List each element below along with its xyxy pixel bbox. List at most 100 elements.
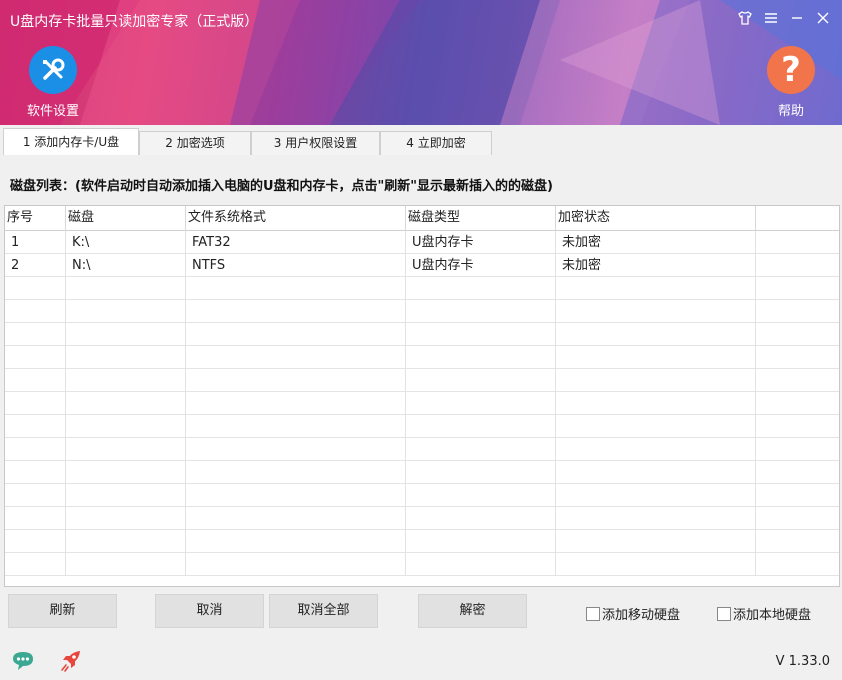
cell-encrypt-status: 未加密 — [556, 231, 756, 254]
cell-filesystem — [186, 461, 406, 484]
table-row[interactable] — [5, 415, 839, 438]
menu-icon[interactable] — [762, 10, 780, 28]
cell-filesystem — [186, 300, 406, 323]
cell-index — [5, 369, 66, 392]
cell-disk — [66, 461, 186, 484]
cell-index — [5, 530, 66, 553]
column-header-index[interactable]: 序号 — [5, 206, 66, 231]
cell-spare — [756, 254, 839, 277]
checkbox-box[interactable] — [586, 606, 600, 621]
cell-disk-type — [406, 369, 556, 392]
table-row[interactable] — [5, 369, 839, 392]
cell-disk-type — [406, 346, 556, 369]
table-row[interactable] — [5, 484, 839, 507]
cell-disk — [66, 553, 186, 576]
table-row[interactable] — [5, 438, 839, 461]
close-icon[interactable] — [814, 10, 832, 28]
rocket-icon[interactable] — [58, 648, 84, 674]
cell-spare — [756, 553, 839, 576]
checkbox-box[interactable] — [717, 606, 731, 621]
table-row[interactable] — [5, 461, 839, 484]
cell-disk — [66, 323, 186, 346]
cell-encrypt-status — [556, 484, 756, 507]
cell-filesystem — [186, 438, 406, 461]
tab-encrypt-now[interactable]: 4 立即加密 — [380, 131, 492, 155]
cell-disk-type — [406, 392, 556, 415]
cell-encrypt-status — [556, 553, 756, 576]
cell-filesystem — [186, 277, 406, 300]
cell-disk-type — [406, 461, 556, 484]
table-row[interactable] — [5, 323, 839, 346]
cell-index — [5, 484, 66, 507]
cell-index — [5, 438, 66, 461]
cell-encrypt-status — [556, 300, 756, 323]
cell-disk — [66, 277, 186, 300]
cell-disk-type — [406, 300, 556, 323]
cell-spare — [756, 392, 839, 415]
cell-spare — [756, 484, 839, 507]
cell-encrypt-status — [556, 323, 756, 346]
header-banner: U盘内存卡批量只读加密专家（正式版） 软件设置 ? 帮助 — [0, 0, 842, 125]
question-icon: ? — [767, 46, 815, 94]
cell-index — [5, 553, 66, 576]
cell-index — [5, 346, 66, 369]
settings-button[interactable]: 软件设置 — [22, 46, 84, 119]
table-row[interactable] — [5, 346, 839, 369]
cell-disk: K:\ — [66, 231, 186, 254]
add-local-hdd-label: 添加本地硬盘 — [733, 608, 812, 623]
status-footer: V 1.33.0 — [0, 640, 842, 680]
cell-index — [5, 415, 66, 438]
disk-list-caption: 磁盘列表：(软件启动时自动添加插入电脑的U盘和内存卡，点击"刷新"显示最新插入的… — [10, 179, 553, 194]
table-row[interactable] — [5, 530, 839, 553]
tab-encrypt-options[interactable]: 2 加密选项 — [139, 131, 251, 155]
cell-index — [5, 392, 66, 415]
tools-icon — [29, 46, 77, 94]
cell-filesystem: NTFS — [186, 254, 406, 277]
table-row[interactable] — [5, 507, 839, 530]
add-local-hdd-checkbox[interactable]: 添加本地硬盘 — [717, 604, 811, 623]
cell-encrypt-status — [556, 461, 756, 484]
help-button[interactable]: ? 帮助 — [766, 46, 816, 119]
cell-disk-type — [406, 484, 556, 507]
skin-icon[interactable] — [736, 10, 754, 28]
column-header-encrypt-status[interactable]: 加密状态 — [556, 206, 756, 231]
table-row[interactable] — [5, 277, 839, 300]
cell-spare — [756, 507, 839, 530]
cell-filesystem — [186, 369, 406, 392]
cell-spare — [756, 300, 839, 323]
cancel-all-button[interactable]: 取消全部 — [269, 594, 378, 628]
add-removable-hdd-label: 添加移动硬盘 — [602, 608, 681, 623]
cell-index — [5, 323, 66, 346]
cell-filesystem — [186, 392, 406, 415]
table-row[interactable]: 1 K:\ FAT32 U盘内存卡 未加密 — [5, 231, 839, 254]
cell-filesystem: FAT32 — [186, 231, 406, 254]
refresh-button[interactable]: 刷新 — [8, 594, 117, 628]
tab-user-permissions[interactable]: 3 用户权限设置 — [251, 131, 380, 155]
cell-filesystem — [186, 530, 406, 553]
decrypt-button[interactable]: 解密 — [418, 594, 527, 628]
cell-encrypt-status — [556, 415, 756, 438]
table-row[interactable] — [5, 553, 839, 576]
cell-index — [5, 277, 66, 300]
tab-add-card[interactable]: 1 添加内存卡/U盘 — [3, 128, 139, 156]
table-row[interactable] — [5, 392, 839, 415]
cell-spare — [756, 415, 839, 438]
cell-disk — [66, 415, 186, 438]
cancel-button[interactable]: 取消 — [155, 594, 264, 628]
column-header-disk[interactable]: 磁盘 — [66, 206, 186, 231]
column-header-filesystem[interactable]: 文件系统格式 — [186, 206, 406, 231]
table-row[interactable]: 2 N:\ NTFS U盘内存卡 未加密 — [5, 254, 839, 277]
cell-index — [5, 300, 66, 323]
minimize-icon[interactable] — [788, 10, 806, 28]
column-header-disk-type[interactable]: 磁盘类型 — [406, 206, 556, 231]
add-removable-hdd-checkbox[interactable]: 添加移动硬盘 — [586, 604, 680, 623]
cell-filesystem — [186, 346, 406, 369]
version-text: V 1.33.0 — [775, 654, 830, 669]
settings-label: 软件设置 — [26, 104, 79, 119]
cell-disk — [66, 300, 186, 323]
cell-spare — [756, 231, 839, 254]
chat-icon[interactable] — [10, 648, 36, 674]
cell-encrypt-status — [556, 277, 756, 300]
disk-table: 序号 磁盘 文件系统格式 磁盘类型 加密状态 1 K:\ FAT32 U盘内存卡 未加密… — [4, 205, 840, 587]
table-row[interactable] — [5, 300, 839, 323]
